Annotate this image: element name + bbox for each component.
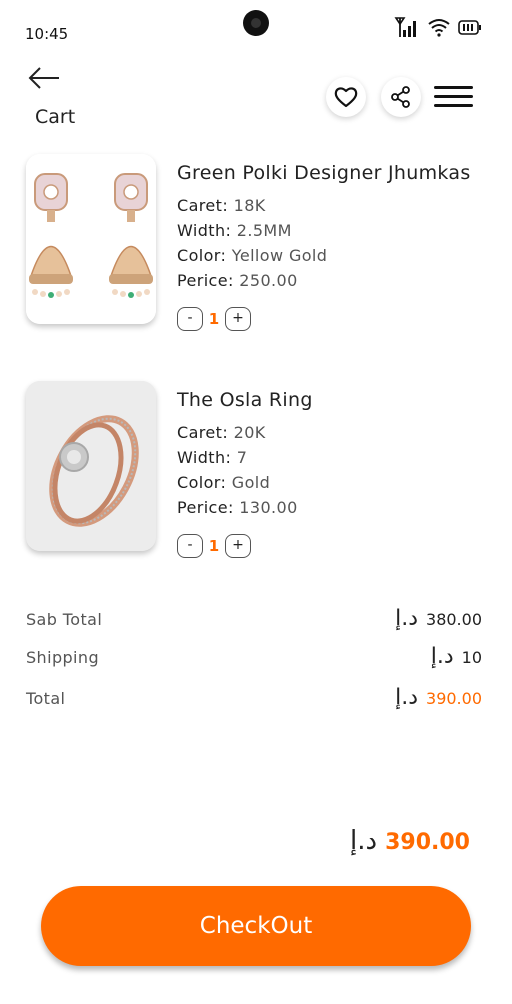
price-spec: Perice: 130.00 xyxy=(177,498,298,517)
total-value: د.إ 390.00 xyxy=(395,685,482,710)
subtotal-row: Sab Total د.إ 380.00 xyxy=(26,606,482,636)
quantity-stepper: - 1 + xyxy=(177,534,251,558)
currency-symbol: د.إ xyxy=(395,606,419,631)
product-image-jhumkas[interactable] xyxy=(26,154,156,324)
total-label: Total xyxy=(26,689,66,708)
width-spec: Width: 2.5MM xyxy=(177,221,292,240)
increase-qty-button[interactable]: + xyxy=(225,307,251,331)
shipping-row: Shipping د.إ 10 xyxy=(26,644,482,674)
grand-total: د.إ 390.00 xyxy=(350,826,470,856)
price-spec: Perice: 250.00 xyxy=(177,271,298,290)
battery-icon xyxy=(458,18,482,40)
subtotal-label: Sab Total xyxy=(26,610,103,629)
shipping-amount: 10 xyxy=(461,648,482,667)
status-bar: 10:45 xyxy=(0,0,512,50)
heart-icon xyxy=(334,87,358,108)
cart-item: Green Polki Designer Jhumkas Caret: 18K … xyxy=(0,150,512,340)
grand-total-amount: 390.00 xyxy=(385,830,470,855)
share-icon xyxy=(391,86,410,108)
caret-spec: Caret: 20K xyxy=(177,423,266,442)
color-spec: Color: Gold xyxy=(177,473,271,492)
cart-item: The Osla Ring Caret: 20K Width: 7 Color:… xyxy=(0,377,512,567)
width-spec: Width: 7 xyxy=(177,448,248,467)
subtotal-amount: 380.00 xyxy=(426,610,482,629)
quantity-stepper: - 1 + xyxy=(177,307,251,331)
color-spec: Color: Yellow Gold xyxy=(177,246,328,265)
quantity-value: 1 xyxy=(208,537,220,555)
currency-symbol: د.إ xyxy=(350,826,378,856)
checkout-button[interactable]: CheckOut xyxy=(41,886,471,966)
signal-icon xyxy=(394,16,420,42)
back-arrow-icon xyxy=(28,67,59,89)
total-amount: 390.00 xyxy=(426,689,482,708)
quantity-value: 1 xyxy=(208,310,220,328)
increase-qty-button[interactable]: + xyxy=(225,534,251,558)
product-name: The Osla Ring xyxy=(177,389,313,411)
shipping-value: د.إ 10 xyxy=(431,644,482,669)
share-button[interactable] xyxy=(381,77,421,117)
subtotal-value: د.إ 380.00 xyxy=(395,606,482,631)
shipping-label: Shipping xyxy=(26,648,99,667)
wifi-icon xyxy=(428,17,450,41)
decrease-qty-button[interactable]: - xyxy=(177,534,203,558)
status-time: 10:45 xyxy=(25,25,69,43)
status-icons xyxy=(394,16,482,42)
favorite-button[interactable] xyxy=(326,77,366,117)
currency-symbol: د.إ xyxy=(395,685,419,710)
back-button[interactable] xyxy=(28,64,62,92)
decrease-qty-button[interactable]: - xyxy=(177,307,203,331)
camera-icon xyxy=(243,10,269,36)
menu-icon[interactable] xyxy=(434,86,474,110)
product-name: Green Polki Designer Jhumkas xyxy=(177,162,471,184)
product-image-ring[interactable] xyxy=(26,381,156,551)
page-title: Cart xyxy=(35,106,76,128)
currency-symbol: د.إ xyxy=(430,644,454,669)
total-row: Total د.إ 390.00 xyxy=(26,685,482,715)
caret-spec: Caret: 18K xyxy=(177,196,266,215)
